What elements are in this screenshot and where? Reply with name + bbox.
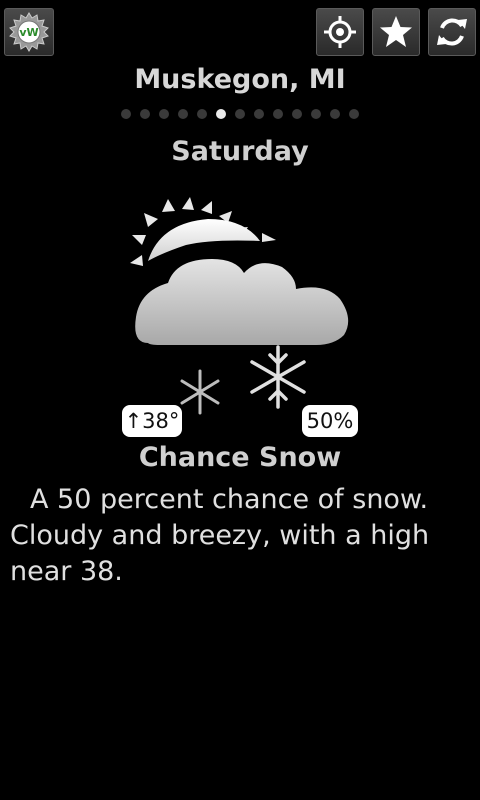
precipitation-chance-badge: 50%: [302, 405, 358, 437]
app-logo-text: vW: [19, 26, 38, 39]
page-dot: [235, 109, 245, 119]
refresh-button[interactable]: [428, 8, 476, 56]
page-dot: [178, 109, 188, 119]
page-dot: [273, 109, 283, 119]
refresh-icon: [437, 18, 467, 46]
app-logo-icon: vW: [9, 12, 49, 52]
page-dot: [159, 109, 169, 119]
page-dot: [292, 109, 302, 119]
page-dot: [349, 109, 359, 119]
snowflake-large-icon: [250, 345, 306, 409]
forecast-condition: Chance Snow: [138, 442, 342, 473]
favorite-button[interactable]: [372, 8, 420, 56]
sun-cloud-snow-icon: [130, 197, 349, 415]
page-dot: [311, 109, 321, 119]
page-dot: [330, 109, 340, 119]
forecast-day: Saturday: [171, 136, 309, 167]
page-indicator: [0, 109, 480, 121]
page-dot: [197, 109, 207, 119]
locate-button[interactable]: [316, 8, 364, 56]
location-name: Muskegon, MI: [134, 64, 346, 95]
page-dot: [121, 109, 131, 119]
snowflake-small-icon: [180, 369, 220, 415]
star-icon: [380, 16, 412, 47]
forecast-description: A 50 percent chance of snow. Cloudy and …: [10, 484, 430, 587]
high-temperature-badge: ↑38°: [122, 405, 182, 437]
page-dot: [216, 109, 226, 119]
locate-icon: [324, 16, 356, 48]
page-dot: [140, 109, 150, 119]
app-logo[interactable]: vW: [4, 8, 54, 56]
page-dot: [254, 109, 264, 119]
